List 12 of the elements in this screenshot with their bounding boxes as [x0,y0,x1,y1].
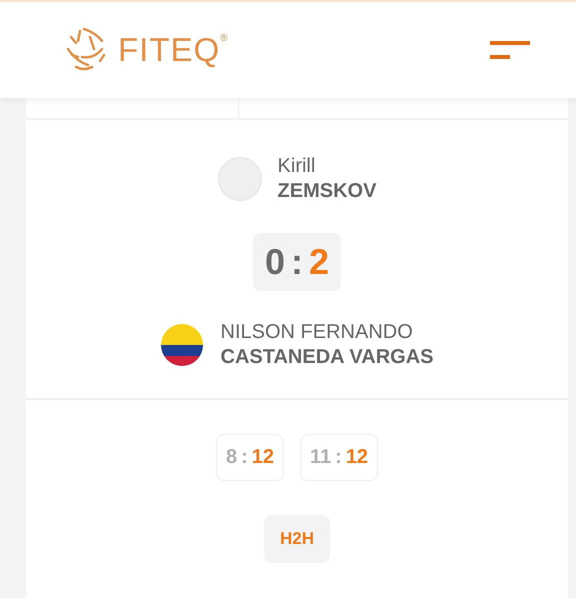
avatar-placeholder [218,157,262,201]
player-last-name: CASTANEDA VARGAS [220,346,434,369]
player-first-name: NILSON FERNANDO [220,321,414,344]
player-last-name: ZEMSKOV [278,180,376,203]
logo-text: FITEQ$^{®}$ [118,31,229,69]
player-first-name: Kirill [278,155,316,178]
set-score: 8 : 12 [216,434,284,481]
match-score: 0 : 2 [252,233,342,291]
menu-icon [490,39,530,61]
flag-icon [160,324,203,366]
set-score: 11 : 12 [300,434,378,481]
h2h-button[interactable]: H2H [264,515,330,563]
